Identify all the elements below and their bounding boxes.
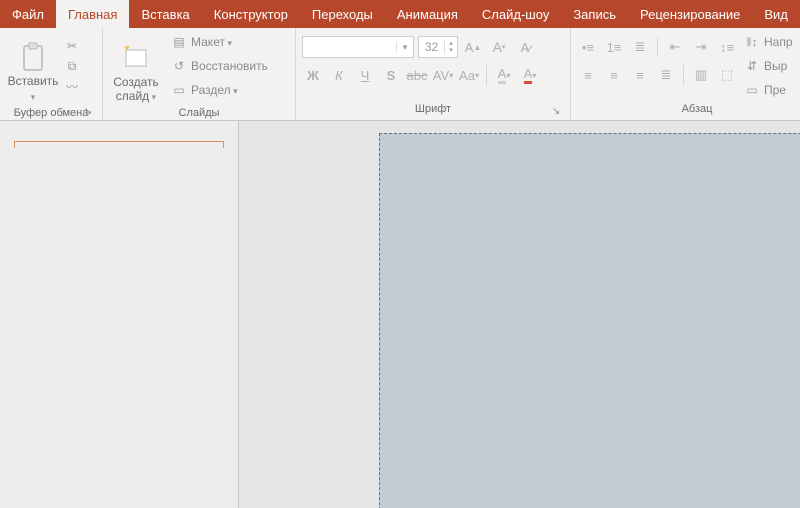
- group-slides: Создать слайд ▤ Макет ↺ Восстановить ▭ Р…: [103, 28, 296, 120]
- tab-insert[interactable]: Вставка: [129, 0, 201, 28]
- font-size-input[interactable]: 32 ▴▾: [418, 36, 458, 58]
- font-size-value: 32: [419, 40, 444, 54]
- content-placeholder[interactable]: [379, 133, 800, 508]
- separator: [486, 65, 487, 85]
- align-text-icon: ⇵: [744, 58, 760, 74]
- cut-icon[interactable]: ✂: [64, 38, 80, 54]
- group-label-clipboard: Буфер обмена ↘: [6, 106, 96, 120]
- format-painter-icon[interactable]: 〰: [64, 78, 80, 94]
- separator: [657, 37, 658, 57]
- separator: [683, 65, 684, 85]
- bold-button[interactable]: Ж: [302, 65, 324, 85]
- smartart-button[interactable]: ⬚: [716, 65, 738, 85]
- strikethrough-button[interactable]: abc: [406, 65, 428, 85]
- decrease-indent-button[interactable]: ⇤: [664, 37, 686, 57]
- group-font: ▾ 32 ▴▾ A▲ A▾ A̷ Ж К Ч S abc AV▾ Aa▾ A▾: [296, 28, 571, 120]
- shrink-font-button[interactable]: A▾: [488, 37, 510, 57]
- convert-icon: ▭: [744, 82, 760, 98]
- tab-record[interactable]: Запись: [561, 0, 628, 28]
- highlight-button[interactable]: A▾: [493, 65, 515, 85]
- slides-group-text: Слайды: [179, 107, 220, 119]
- text-direction-button[interactable]: ‖↕ Напр: [744, 32, 793, 52]
- ribbon-tab-bar: Файл Главная Вставка Конструктор Переход…: [0, 0, 800, 28]
- tab-view[interactable]: Вид: [752, 0, 800, 28]
- new-slide-icon: [121, 41, 151, 75]
- ribbon: Вставить ✂ ⧉ 〰 Буфер обмена ↘ Создать сл…: [0, 28, 800, 121]
- align-text-label: Выр: [764, 59, 787, 73]
- clear-format-button[interactable]: A̷: [514, 37, 536, 57]
- section-label: Раздел: [191, 83, 238, 97]
- align-left-button[interactable]: ≡: [577, 65, 599, 85]
- italic-button[interactable]: К: [328, 65, 350, 85]
- columns-button[interactable]: ▥: [690, 65, 712, 85]
- tab-transitions[interactable]: Переходы: [300, 0, 385, 28]
- new-slide-button[interactable]: Создать слайд: [109, 30, 163, 106]
- tab-home[interactable]: Главная: [56, 0, 129, 28]
- align-text-button[interactable]: ⇵ Выр: [744, 56, 793, 76]
- copy-icon[interactable]: ⧉: [64, 58, 80, 74]
- new-slide-label: Создать слайд: [111, 75, 161, 104]
- clipboard-icon: [18, 40, 48, 74]
- bullets-button[interactable]: •≡: [577, 37, 599, 57]
- numbering-button[interactable]: 1≡: [603, 37, 625, 57]
- convert-button[interactable]: ▭ Пре: [744, 80, 793, 100]
- paste-button[interactable]: Вставить: [6, 30, 60, 106]
- font-color-button[interactable]: A▾: [519, 65, 541, 85]
- group-label-slides: Слайды: [109, 106, 289, 120]
- reset-label: Восстановить: [191, 59, 268, 73]
- tab-file[interactable]: Файл: [0, 0, 56, 28]
- group-clipboard: Вставить ✂ ⧉ 〰 Буфер обмена ↘: [0, 28, 103, 120]
- layout-label: Макет: [191, 35, 232, 49]
- section-button[interactable]: ▭ Раздел: [171, 80, 268, 100]
- empty-thumbnail-marker: [14, 141, 224, 148]
- reset-button[interactable]: ↺ Восстановить: [171, 56, 268, 76]
- tab-slideshow[interactable]: Слайд-шоу: [470, 0, 561, 28]
- align-right-button[interactable]: ≡: [629, 65, 651, 85]
- font-launcher-icon[interactable]: ↘: [550, 106, 562, 118]
- tab-review[interactable]: Рецензирование: [628, 0, 752, 28]
- paragraph-group-text: Абзац: [682, 103, 713, 115]
- align-center-button[interactable]: ≡: [603, 65, 625, 85]
- clipboard-launcher-icon[interactable]: ↘: [82, 106, 94, 118]
- tab-animations[interactable]: Анимация: [385, 0, 470, 28]
- paste-label: Вставить: [8, 74, 59, 104]
- line-spacing-button[interactable]: ↕≡: [716, 37, 738, 57]
- tab-design[interactable]: Конструктор: [202, 0, 300, 28]
- group-paragraph: •≡ 1≡ ≣ ⇤ ⇥ ↕≡ ≡ ≡ ≡ ≣ ▥ ⬚: [571, 28, 800, 120]
- convert-label: Пре: [764, 83, 786, 97]
- section-icon: ▭: [171, 82, 187, 98]
- text-direction-label: Напр: [764, 35, 793, 49]
- layout-button[interactable]: ▤ Макет: [171, 32, 268, 52]
- reset-icon: ↺: [171, 58, 187, 74]
- multilevel-button[interactable]: ≣: [629, 37, 651, 57]
- underline-button[interactable]: Ч: [354, 65, 376, 85]
- group-label-font: Шрифт ↘: [302, 102, 564, 120]
- text-shadow-button[interactable]: S: [380, 65, 402, 85]
- slide-thumbnail-panel[interactable]: [0, 121, 239, 508]
- text-direction-icon: ‖↕: [744, 34, 760, 50]
- content-area: [0, 121, 800, 508]
- increase-indent-button[interactable]: ⇥: [690, 37, 712, 57]
- slide-canvas[interactable]: [239, 121, 800, 508]
- layout-icon: ▤: [171, 34, 187, 50]
- clipboard-group-text: Буфер обмена: [14, 107, 89, 119]
- group-label-paragraph: Абзац: [577, 102, 800, 120]
- change-case-button[interactable]: Aa▾: [458, 65, 480, 85]
- char-spacing-button[interactable]: AV▾: [432, 65, 454, 85]
- chevron-down-icon: ▾: [396, 42, 413, 53]
- font-group-text: Шрифт: [415, 103, 451, 115]
- grow-font-button[interactable]: A▲: [462, 37, 484, 57]
- font-size-stepper[interactable]: ▴▾: [444, 40, 457, 54]
- font-family-dropdown[interactable]: ▾: [302, 36, 414, 58]
- justify-button[interactable]: ≣: [655, 65, 677, 85]
